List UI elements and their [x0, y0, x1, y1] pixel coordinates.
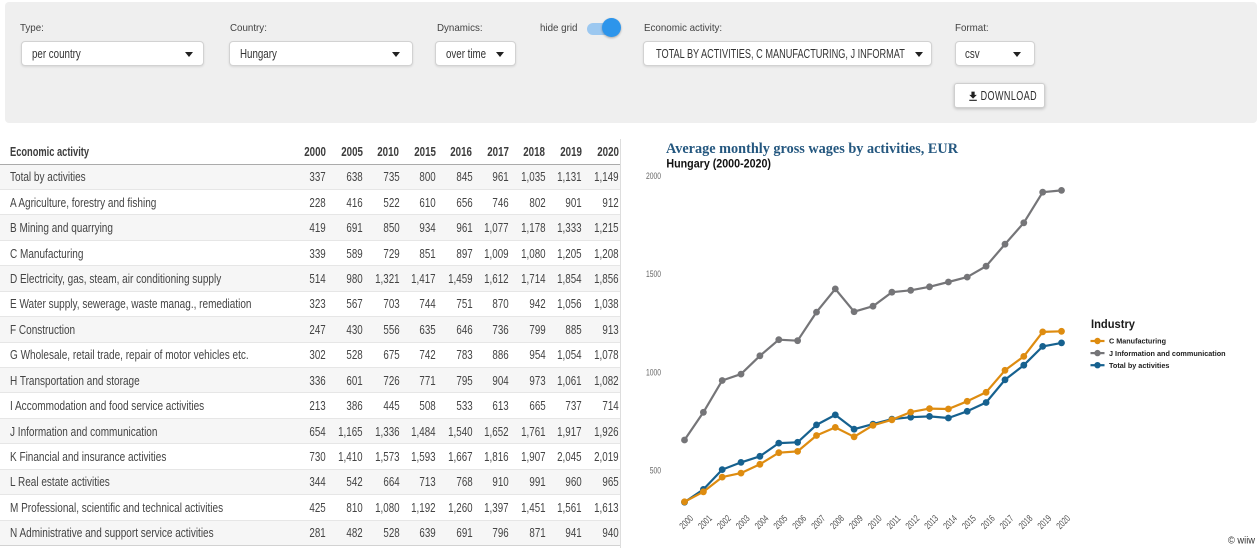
- svg-text:2017: 2017: [998, 513, 1016, 531]
- svg-text:1000: 1000: [646, 367, 661, 378]
- svg-text:J Information and communicatio: J Information and communication: [1109, 349, 1226, 358]
- svg-text:2000: 2000: [678, 513, 696, 531]
- svg-text:2016: 2016: [979, 513, 997, 531]
- svg-text:2000: 2000: [646, 171, 661, 182]
- svg-text:2014: 2014: [941, 513, 959, 531]
- svg-text:2011: 2011: [885, 513, 903, 531]
- svg-text:2020: 2020: [1055, 513, 1073, 531]
- svg-text:© wiiw: © wiiw: [1228, 536, 1256, 547]
- svg-text:2012: 2012: [904, 513, 922, 531]
- svg-text:2001: 2001: [696, 513, 714, 531]
- svg-text:1500: 1500: [646, 269, 661, 280]
- svg-text:2008: 2008: [828, 513, 846, 531]
- svg-text:2010: 2010: [866, 513, 884, 531]
- svg-text:2013: 2013: [923, 513, 941, 531]
- svg-text:2015: 2015: [960, 513, 978, 531]
- svg-text:2004: 2004: [753, 513, 771, 531]
- svg-text:2019: 2019: [1036, 513, 1054, 531]
- svg-text:C Manufacturing: C Manufacturing: [1109, 337, 1166, 346]
- svg-text:Hungary (2000-2020): Hungary (2000-2020): [666, 156, 771, 170]
- svg-text:2007: 2007: [810, 513, 828, 531]
- svg-text:2006: 2006: [791, 513, 809, 531]
- svg-text:500: 500: [650, 465, 661, 476]
- svg-text:Industry: Industry: [1091, 317, 1135, 331]
- svg-text:Total by activities: Total by activities: [1109, 361, 1169, 370]
- svg-text:Average monthly gross wages by: Average monthly gross wages by activitie…: [666, 141, 958, 157]
- svg-text:2009: 2009: [847, 513, 865, 531]
- svg-text:2002: 2002: [715, 513, 733, 531]
- svg-text:2018: 2018: [1017, 513, 1035, 531]
- svg-text:2003: 2003: [734, 513, 752, 531]
- svg-text:2005: 2005: [772, 513, 790, 531]
